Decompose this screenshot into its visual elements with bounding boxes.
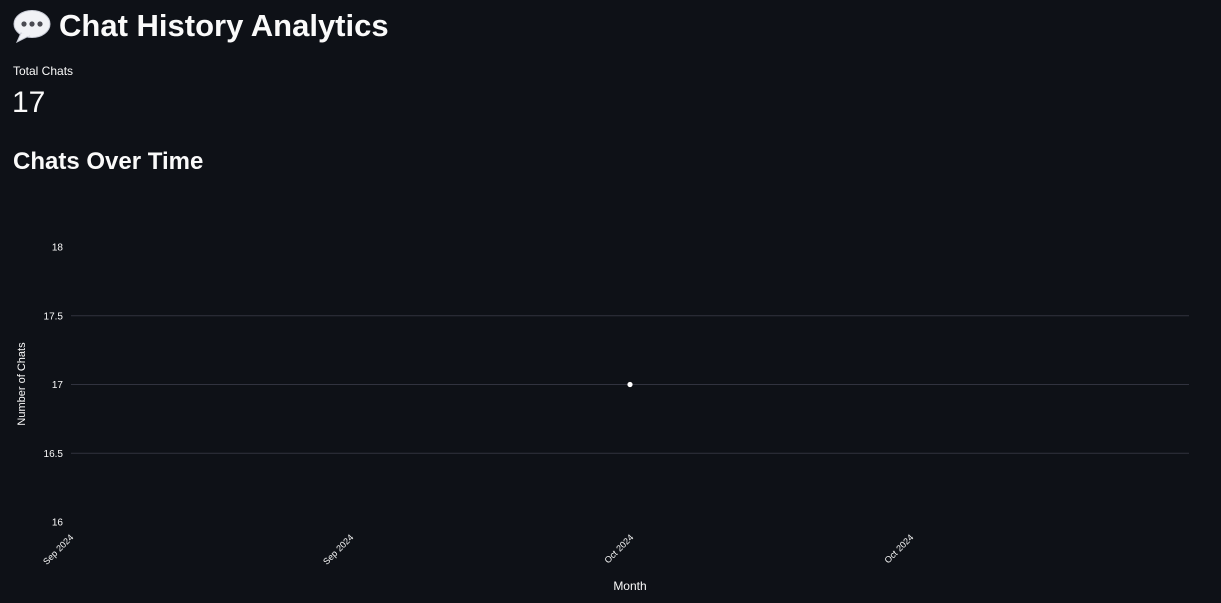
chats-over-time-chart: 16 16.5 17 17.5 18 Sep 2024 Sep 2024 Oct 2024 O… [16,243,1189,593]
x-tick-label: Oct 2024 [883,532,916,565]
x-tick-label: Oct 2024 [603,532,636,565]
y-tick-label: 18 [52,243,64,254]
y-axis-ticks: 16 16.5 17 17.5 18 [44,243,64,529]
y-tick-label: 17 [52,380,64,391]
x-tick-label: Sep 2024 [321,532,355,566]
data-point[interactable] [627,381,633,388]
page: Chat History Analytics Total Chats 17 Ch… [0,0,1221,603]
x-tick-label: Sep 2024 [41,532,75,566]
y-axis-label: Number of Chats [16,342,28,426]
x-axis-ticks: Sep 2024 Sep 2024 Oct 2024 Oct 2024 [41,532,915,566]
data-points [627,381,633,388]
y-tick-label: 17.5 [44,311,64,322]
x-axis-label: Month [613,579,646,593]
y-tick-label: 16.5 [44,449,64,460]
y-tick-label: 16 [52,518,64,529]
